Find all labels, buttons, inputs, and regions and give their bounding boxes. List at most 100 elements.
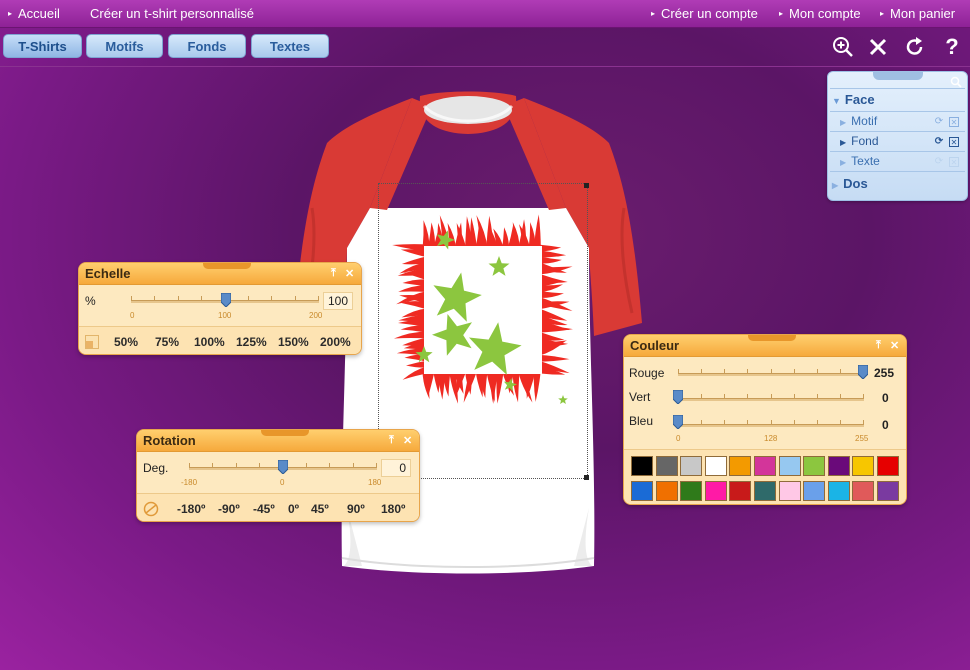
close-x-icon[interactable] bbox=[866, 35, 890, 59]
panel-drag-handle[interactable] bbox=[203, 263, 251, 269]
rotation-slider-thumb[interactable] bbox=[277, 459, 289, 475]
color-swatch[interactable] bbox=[827, 456, 850, 476]
close-icon[interactable]: ✕ bbox=[403, 434, 412, 447]
preset-200[interactable]: 200% bbox=[320, 335, 351, 349]
toolbar: T-Shirts Motifs Fonds Textes ? bbox=[0, 28, 970, 66]
rotation-panel-header[interactable]: Rotation ⤒ ✕ bbox=[137, 430, 419, 452]
preset-neg180[interactable]: -180º bbox=[177, 502, 205, 516]
color-swatch[interactable] bbox=[704, 481, 727, 501]
color-swatch[interactable] bbox=[803, 456, 826, 476]
color-swatch[interactable] bbox=[852, 481, 875, 501]
color-swatch[interactable] bbox=[877, 456, 899, 476]
slider-tick bbox=[235, 463, 237, 467]
slider-tick bbox=[863, 394, 864, 398]
layer-face[interactable]: ▼ Face bbox=[832, 92, 875, 107]
preset-0[interactable]: 0º bbox=[288, 502, 299, 516]
panel-drag-handle[interactable] bbox=[873, 72, 923, 80]
color-swatch[interactable] bbox=[803, 481, 826, 501]
color-swatch[interactable] bbox=[655, 481, 678, 501]
color-swatch[interactable] bbox=[778, 481, 801, 501]
nav-link-mon-panier[interactable]: ▸ Mon panier bbox=[880, 6, 955, 21]
color-swatch[interactable] bbox=[778, 456, 801, 476]
layer-motif[interactable]: ▶ Motif bbox=[840, 114, 877, 128]
tab-t-shirts[interactable]: T-Shirts bbox=[3, 34, 82, 58]
arrow-right-icon: ▸ bbox=[651, 9, 656, 18]
preset-50[interactable]: 50% bbox=[114, 335, 138, 349]
preset-150[interactable]: 150% bbox=[278, 335, 309, 349]
minimize-icon[interactable]: ⤒ bbox=[876, 339, 881, 352]
arrow-right-icon: ▸ bbox=[8, 9, 13, 18]
refresh-icon[interactable]: ⟳ bbox=[934, 157, 944, 167]
couleur-panel: Couleur ⤒ ✕ Rouge 255 Vert 0 Bleu 0 0 12… bbox=[623, 334, 907, 505]
slider-tick bbox=[724, 369, 726, 373]
vert-slider-track[interactable] bbox=[678, 394, 864, 401]
layer-texte[interactable]: ▶ Texte bbox=[840, 154, 880, 168]
color-swatch[interactable] bbox=[680, 481, 703, 501]
color-swatch[interactable] bbox=[729, 481, 752, 501]
color-swatch[interactable] bbox=[852, 456, 875, 476]
minimize-icon[interactable]: ⤒ bbox=[331, 267, 336, 280]
redo-icon[interactable] bbox=[903, 35, 927, 59]
echelle-slider-thumb[interactable] bbox=[220, 292, 232, 308]
resize-handle[interactable] bbox=[584, 475, 589, 480]
delete-icon[interactable]: ✕ bbox=[949, 137, 959, 147]
color-swatch[interactable] bbox=[754, 481, 776, 501]
help-icon[interactable]: ? bbox=[940, 35, 964, 59]
refresh-icon[interactable]: ⟳ bbox=[934, 117, 944, 127]
nav-link-creer-compte[interactable]: ▸ Créer un compte bbox=[651, 6, 758, 21]
nav-link-accueil[interactable]: ▸ Accueil bbox=[8, 6, 60, 21]
design-motif[interactable] bbox=[388, 210, 578, 410]
nav-link-mon-compte[interactable]: ▸ Mon compte bbox=[779, 6, 861, 21]
preset-75[interactable]: 75% bbox=[155, 335, 179, 349]
color-swatch[interactable] bbox=[877, 481, 899, 501]
preset-neg45[interactable]: -45º bbox=[253, 502, 275, 516]
color-swatch[interactable] bbox=[704, 456, 727, 476]
panel-title: Couleur bbox=[630, 338, 680, 353]
close-icon[interactable]: ✕ bbox=[890, 339, 899, 352]
rouge-slider-thumb[interactable] bbox=[857, 364, 869, 380]
rouge-slider-track[interactable] bbox=[678, 369, 864, 376]
bleu-slider-track[interactable] bbox=[678, 420, 864, 427]
slider-tick bbox=[247, 296, 249, 300]
rotation-panel: Rotation ⤒ ✕ Deg. -180 0 180 0 -180º -90… bbox=[136, 429, 420, 522]
color-swatch[interactable] bbox=[631, 456, 653, 476]
close-icon[interactable]: ✕ bbox=[345, 267, 354, 280]
zoom-in-icon[interactable] bbox=[831, 35, 855, 59]
layer-fond[interactable]: ▶ Fond bbox=[840, 134, 879, 148]
preset-neg90[interactable]: -90º bbox=[218, 502, 240, 516]
color-swatch[interactable] bbox=[827, 481, 850, 501]
search-icon[interactable] bbox=[950, 75, 962, 88]
vert-slider-thumb[interactable] bbox=[672, 389, 684, 405]
slider-tick bbox=[701, 420, 703, 424]
divider bbox=[830, 151, 965, 152]
layer-dos[interactable]: ▶ Dos bbox=[832, 176, 868, 191]
preset-100[interactable]: 100% bbox=[194, 335, 225, 349]
tab-fonds[interactable]: Fonds bbox=[168, 34, 246, 58]
couleur-panel-header[interactable]: Couleur ⤒ ✕ bbox=[624, 335, 906, 357]
delete-icon[interactable]: ✕ bbox=[949, 117, 959, 127]
panel-drag-handle[interactable] bbox=[748, 335, 796, 341]
tab-motifs[interactable]: Motifs bbox=[86, 34, 163, 58]
color-swatch[interactable] bbox=[729, 456, 752, 476]
echelle-value-input[interactable]: 100 bbox=[323, 292, 353, 310]
color-swatch[interactable] bbox=[655, 456, 678, 476]
refresh-icon[interactable]: ⟳ bbox=[934, 137, 944, 147]
preset-90[interactable]: 90º bbox=[347, 502, 365, 516]
bleu-slider-thumb[interactable] bbox=[672, 414, 684, 430]
echelle-panel: Echelle ⤒ ✕ % 0 100 200 100 50% 75% 100%… bbox=[78, 262, 362, 355]
preset-125[interactable]: 125% bbox=[236, 335, 267, 349]
resize-handle[interactable] bbox=[584, 183, 589, 188]
color-swatch[interactable] bbox=[754, 456, 776, 476]
minimize-icon[interactable]: ⤒ bbox=[389, 434, 394, 447]
page-title: Créer un t-shirt personnalisé bbox=[90, 6, 254, 21]
scale-label: 100 bbox=[218, 311, 232, 320]
color-swatch[interactable] bbox=[680, 456, 703, 476]
tab-textes[interactable]: Textes bbox=[251, 34, 329, 58]
color-swatch[interactable] bbox=[631, 481, 653, 501]
panel-drag-handle[interactable] bbox=[261, 430, 309, 436]
preset-45[interactable]: 45º bbox=[311, 502, 329, 516]
rotation-value-input[interactable]: 0 bbox=[381, 459, 411, 477]
echelle-panel-header[interactable]: Echelle ⤒ ✕ bbox=[79, 263, 361, 285]
delete-icon[interactable]: ✕ bbox=[949, 157, 959, 167]
preset-180[interactable]: 180º bbox=[381, 502, 405, 516]
